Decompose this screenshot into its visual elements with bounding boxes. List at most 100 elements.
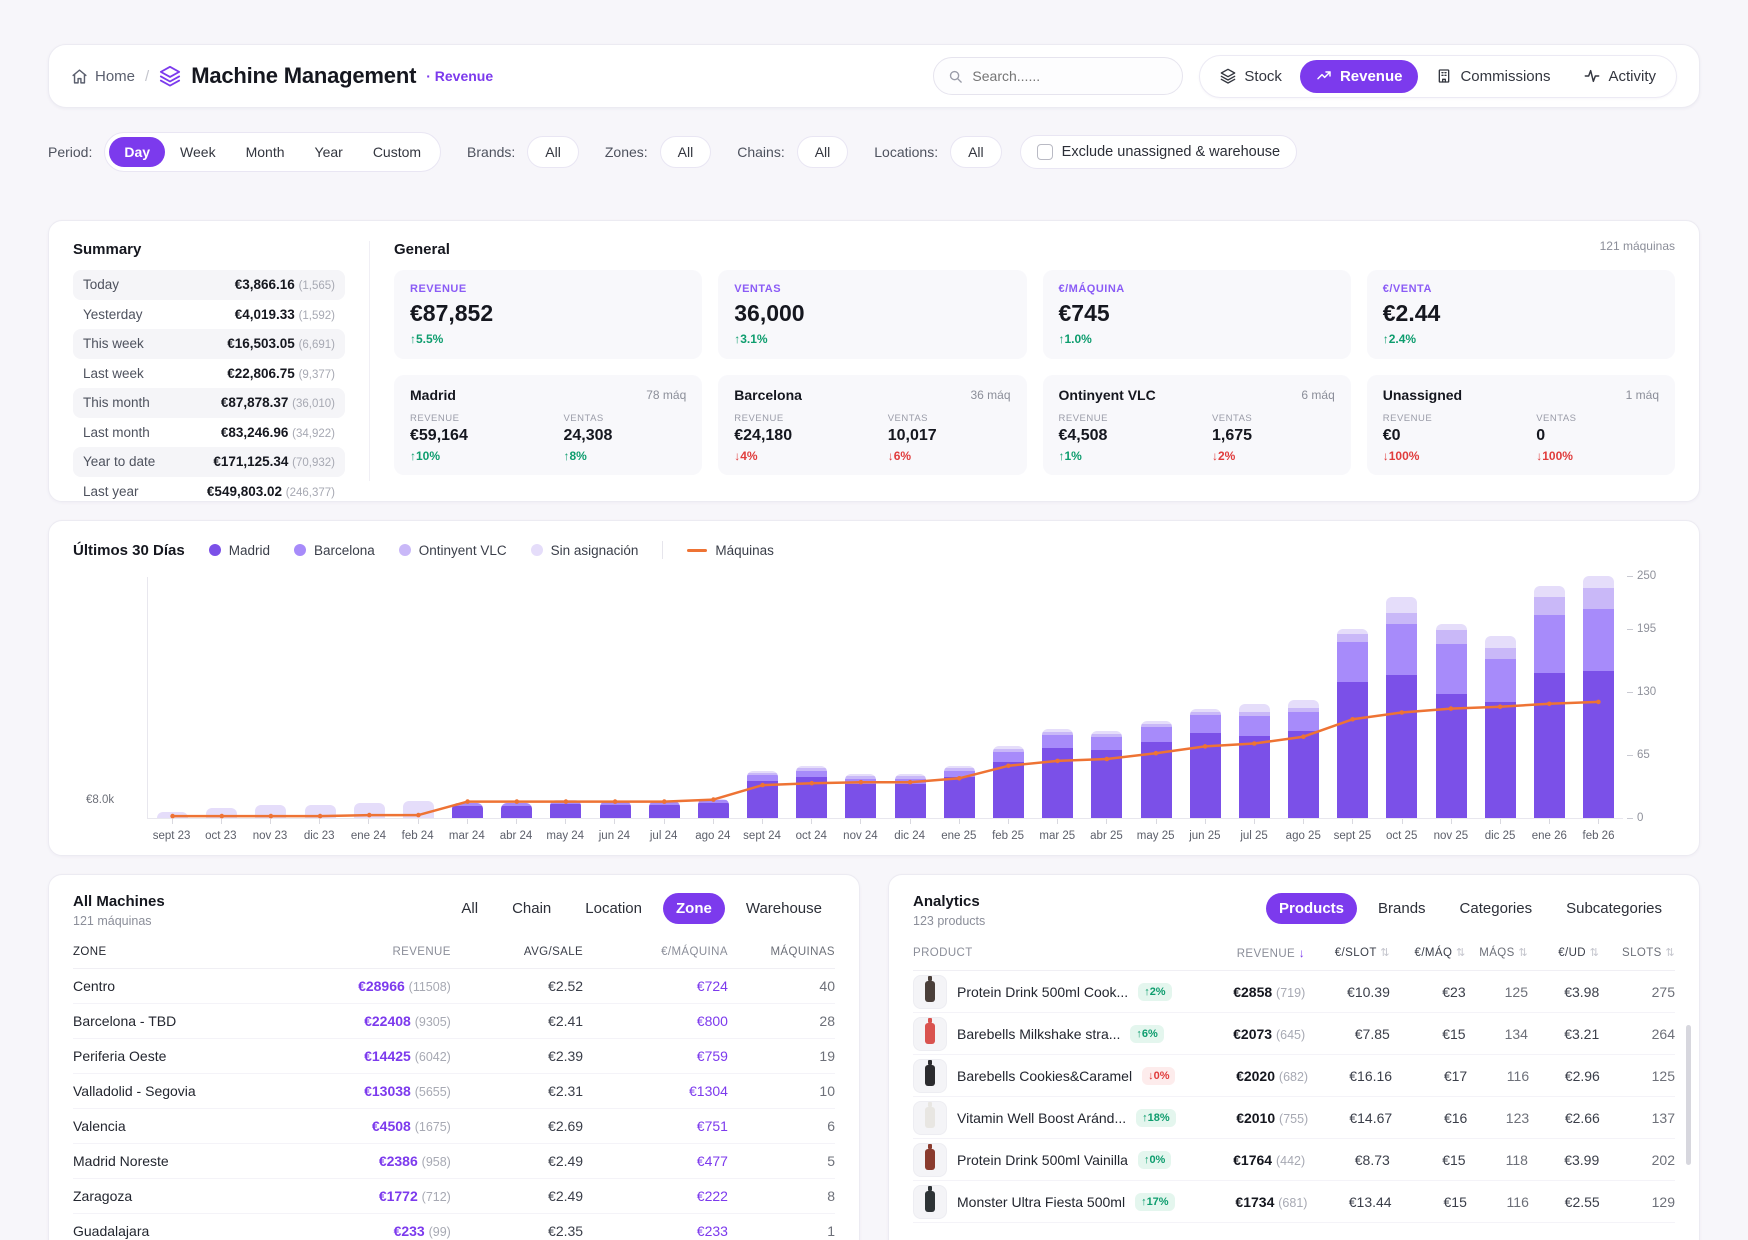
column-avg-sale[interactable]: AVG/SALE xyxy=(451,946,583,958)
x-tick-label: oct 23 xyxy=(196,823,245,842)
city-card-madrid: Madrid78 máq REVENUE€59,164↑10% VENTAS24… xyxy=(394,375,702,475)
x-tick-label: jun 25 xyxy=(1180,823,1229,842)
chains-select[interactable]: All xyxy=(797,136,849,168)
chart-title: Últimos 30 Días xyxy=(73,542,185,559)
x-tick-label: feb 25 xyxy=(983,823,1032,842)
x-tick-label: abr 24 xyxy=(491,823,540,842)
bar-sept 23 xyxy=(148,577,197,818)
machines-tab-group: All Chain Location Zone Warehouse xyxy=(448,893,835,924)
stock-layers-icon xyxy=(1220,68,1236,84)
period-custom[interactable]: Custom xyxy=(358,137,436,167)
table-row[interactable]: Periferia Oeste€14425 (6042)€2.39€75919 xyxy=(73,1039,835,1074)
legend-maquinas[interactable]: Máquinas xyxy=(687,543,774,558)
kpi-revenue: REVENUE €87,852 ↑5.5% xyxy=(394,270,702,359)
kpi-delta: ↑1.0% xyxy=(1059,332,1335,346)
tab-subcategories[interactable]: Subcategories xyxy=(1553,893,1675,924)
table-row[interactable]: Protein Drink 500ml Vainilla↑0% €1764 (4… xyxy=(913,1139,1675,1181)
chains-label: Chains: xyxy=(737,144,784,160)
top-header: Home / Machine Management · Revenue xyxy=(48,44,1700,108)
x-tick-label: jul 25 xyxy=(1229,823,1278,842)
bar-abr 25 xyxy=(1082,577,1131,818)
tab-location[interactable]: Location xyxy=(572,893,655,924)
locations-select[interactable]: All xyxy=(950,136,1002,168)
tab-stock[interactable]: Stock xyxy=(1204,60,1298,93)
x-tick-label: ene 26 xyxy=(1525,823,1574,842)
analytics-card: Analytics 123 products Products Brands C… xyxy=(888,874,1700,1240)
tab-products[interactable]: Products xyxy=(1266,893,1357,924)
column-product[interactable]: PRODUCT xyxy=(913,946,1171,960)
chart-area: €8.0k 065130195250 sept 23oct 23nov 23di… xyxy=(147,577,1623,842)
tab-categories[interactable]: Categories xyxy=(1447,893,1546,924)
breadcrumb-home[interactable]: Home xyxy=(71,68,135,85)
column-per-machine[interactable]: €/MÁQUINA xyxy=(583,946,728,958)
brands-label: Brands: xyxy=(467,144,515,160)
summary-row: Today€3,866.16 (1,565) xyxy=(73,270,345,300)
table-row[interactable]: Zaragoza€1772 (712)€2.49€2228 xyxy=(73,1179,835,1214)
breadcrumb: Home / Machine Management · Revenue xyxy=(71,63,493,89)
period-day[interactable]: Day xyxy=(109,137,165,167)
table-row[interactable]: Vitamin Well Boost Aránd...↑18% €2010 (7… xyxy=(913,1097,1675,1139)
bar-jun 25 xyxy=(1181,577,1230,818)
tab-commissions[interactable]: Commissions xyxy=(1420,60,1566,93)
tab-zone[interactable]: Zone xyxy=(663,893,725,924)
x-tick-label: oct 24 xyxy=(787,823,836,842)
table-row[interactable]: Barebells Milkshake stra...↑6% €2073 (64… xyxy=(913,1013,1675,1055)
bar-jul 24 xyxy=(640,577,689,818)
bar-sept 25 xyxy=(1328,577,1377,818)
tab-warehouse[interactable]: Warehouse xyxy=(733,893,835,924)
legend-dot xyxy=(531,544,543,556)
bar-nov 25 xyxy=(1426,577,1475,818)
tab-all[interactable]: All xyxy=(448,893,491,924)
city-card-ontinyent: Ontinyent VLC6 máq REVENUE€4,508↑1% VENT… xyxy=(1043,375,1351,475)
column-machines[interactable]: MÁQUINAS xyxy=(728,946,835,958)
search-box[interactable] xyxy=(933,57,1183,95)
zones-select[interactable]: All xyxy=(660,136,712,168)
period-year[interactable]: Year xyxy=(300,137,358,167)
column-revenue[interactable]: REVENUE ↓ xyxy=(1171,946,1305,960)
scrollbar[interactable] xyxy=(1686,1025,1691,1165)
analytics-subtitle: 123 products xyxy=(913,914,985,928)
tab-brands[interactable]: Brands xyxy=(1365,893,1439,924)
period-week[interactable]: Week xyxy=(165,137,231,167)
filter-bar: Period: Day Week Month Year Custom Brand… xyxy=(48,132,1700,172)
legend-sin-asignacion[interactable]: Sin asignación xyxy=(531,543,639,558)
legend-barcelona[interactable]: Barcelona xyxy=(294,543,375,558)
column-zone[interactable]: ZONE xyxy=(73,946,268,958)
legend-madrid[interactable]: Madrid xyxy=(209,543,270,558)
column-ud[interactable]: €/UD ⇅ xyxy=(1528,946,1599,960)
table-row[interactable]: Barcelona - TBD€22408 (9305)€2.41€80028 xyxy=(73,1004,835,1039)
chart-plot: €8.0k 065130195250 xyxy=(147,577,1623,819)
column-slot[interactable]: €/SLOT ⇅ xyxy=(1305,946,1390,960)
table-row[interactable]: Madrid Noreste€2386 (958)€2.49€4775 xyxy=(73,1144,835,1179)
x-tick-label: nov 25 xyxy=(1426,823,1475,842)
checkbox-icon[interactable] xyxy=(1037,144,1053,160)
legend-dot xyxy=(294,544,306,556)
bar-mar 24 xyxy=(443,577,492,818)
tab-revenue[interactable]: Revenue xyxy=(1300,60,1419,93)
table-row[interactable]: Barebells Cookies&Caramel↓0% €2020 (682)… xyxy=(913,1055,1675,1097)
kpi-delta: ↑5.5% xyxy=(410,332,686,346)
bar-jul 25 xyxy=(1230,577,1279,818)
column-revenue[interactable]: REVENUE xyxy=(268,946,451,958)
exclude-checkbox-pill[interactable]: Exclude unassigned & warehouse xyxy=(1020,135,1297,169)
brands-select[interactable]: All xyxy=(527,136,579,168)
search-input[interactable] xyxy=(972,68,1168,84)
tab-chain[interactable]: Chain xyxy=(499,893,564,924)
table-row[interactable]: Valladolid - Segovia€13038 (5655)€2.31€1… xyxy=(73,1074,835,1109)
column-maq[interactable]: €/MÁQ ⇅ xyxy=(1390,946,1466,960)
tab-activity[interactable]: Activity xyxy=(1568,60,1672,93)
column-slots[interactable]: SLOTS ⇅ xyxy=(1599,946,1675,960)
table-row[interactable]: Guadalajara€233 (99)€2.35€2331 xyxy=(73,1214,835,1240)
x-tick-label: ene 25 xyxy=(934,823,983,842)
table-row[interactable]: Centro€28966 (11508)€2.52€72440 xyxy=(73,969,835,1004)
product-image xyxy=(913,1185,947,1219)
x-tick-label: nov 24 xyxy=(836,823,885,842)
legend-ontinyent[interactable]: Ontinyent VLC xyxy=(399,543,507,558)
table-row[interactable]: Monster Ultra Fiesta 500ml↑17% €1734 (68… xyxy=(913,1181,1675,1223)
period-month[interactable]: Month xyxy=(231,137,300,167)
table-row[interactable]: Protein Drink 500ml Cook...↑2% €2858 (71… xyxy=(913,971,1675,1013)
page-title: Machine Management xyxy=(191,63,416,89)
city-card-unassigned: Unassigned1 máq REVENUE€0↓100% VENTAS0↓1… xyxy=(1367,375,1675,475)
column-maqs[interactable]: MÁQS ⇅ xyxy=(1466,946,1528,960)
table-row[interactable]: Valencia€4508 (1675)€2.69€7516 xyxy=(73,1109,835,1144)
